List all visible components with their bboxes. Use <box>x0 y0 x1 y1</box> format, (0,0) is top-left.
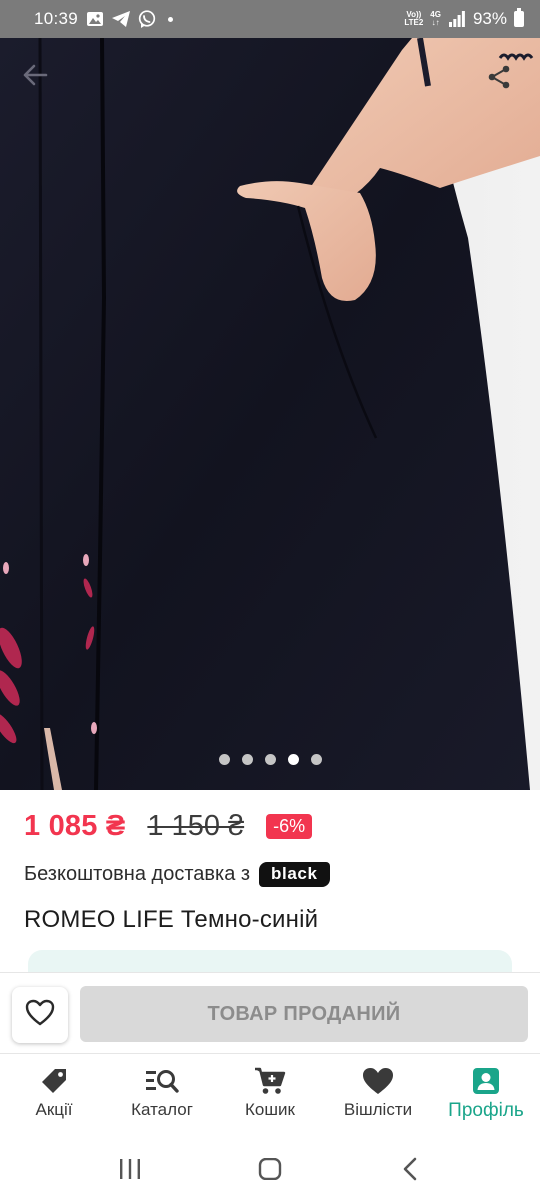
telegram-notification-icon <box>112 10 131 28</box>
signal-icon <box>448 10 466 28</box>
action-bar: ТОВАР ПРОДАНИЙ <box>0 972 540 1054</box>
viber-notification-icon <box>138 10 156 28</box>
back-arrow-icon[interactable] <box>22 64 58 100</box>
pager-dot[interactable] <box>241 754 253 765</box>
battery-icon <box>514 8 524 27</box>
product-title: ROMEO LIFE Темно-синій <box>24 906 319 933</box>
discount-badge: -6% <box>266 814 313 839</box>
nav-cart[interactable]: Кошик <box>216 1054 324 1138</box>
nav-profile[interactable]: Профіль <box>432 1054 540 1138</box>
heart-outline-icon <box>25 999 55 1031</box>
more-notifications-dot <box>168 16 174 22</box>
volte-indicator: Vo)) LTE2 <box>404 10 424 27</box>
system-back-icon[interactable] <box>390 1149 430 1189</box>
catalog-search-icon <box>145 1066 179 1096</box>
sold-out-button[interactable]: ТОВАР ПРОДАНИЙ <box>80 986 528 1042</box>
home-icon[interactable] <box>250 1149 290 1189</box>
free-delivery-row: Безкоштовна доставка з black <box>24 862 330 887</box>
gallery-notification-icon <box>86 10 104 28</box>
tag-icon <box>39 1066 69 1096</box>
heart-icon <box>362 1066 394 1096</box>
black-badge: black <box>259 862 330 887</box>
pager-dot[interactable] <box>218 754 230 765</box>
old-price: 1 150 ₴ <box>147 810 245 842</box>
cart-icon <box>254 1066 286 1096</box>
add-to-wishlist-button[interactable] <box>12 987 68 1043</box>
nav-promotions[interactable]: Акції <box>0 1054 108 1138</box>
current-price: 1 085 ₴ <box>24 810 126 842</box>
status-bar: 10:39 Vo)) LTE2 4G ↓↑ 93% <box>0 0 540 38</box>
app-screen: 10:39 Vo)) LTE2 4G ↓↑ 93% 1 085 ₴ 1 150 … <box>0 0 540 1200</box>
battery-percent: 93% <box>472 9 507 28</box>
bottom-navigation: Акції Каталог Кошик Вішлісти Профіль <box>0 1054 540 1138</box>
price-row: 1 085 ₴ 1 150 ₴ -6% <box>24 810 313 843</box>
product-photo <box>0 38 540 790</box>
pager-dot[interactable] <box>264 754 276 765</box>
pager-dot[interactable] <box>310 754 322 765</box>
free-delivery-text: Безкоштовна доставка з <box>24 863 251 885</box>
product-image-gallery[interactable] <box>0 38 540 790</box>
nav-wishlist[interactable]: Вішлісти <box>324 1054 432 1138</box>
recent-apps-icon[interactable] <box>110 1149 150 1189</box>
pager-dot[interactable] <box>287 754 299 765</box>
profile-icon <box>472 1066 500 1096</box>
gallery-pager <box>0 754 540 765</box>
network-4g-indicator: 4G ↓↑ <box>430 10 441 27</box>
status-time: 10:39 <box>34 9 79 28</box>
share-icon[interactable] <box>486 64 520 98</box>
system-navigation-bar <box>0 1138 540 1200</box>
nav-catalog[interactable]: Каталог <box>108 1054 216 1138</box>
